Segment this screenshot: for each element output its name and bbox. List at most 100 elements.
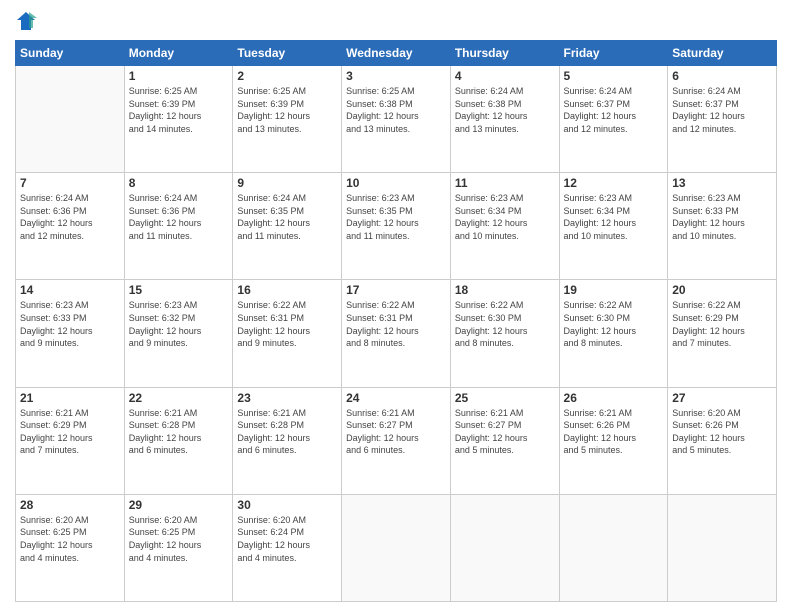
day-number: 10 <box>346 176 446 190</box>
day-number: 22 <box>129 391 229 405</box>
day-number: 16 <box>237 283 337 297</box>
day-number: 29 <box>129 498 229 512</box>
day-info: Sunrise: 6:25 AMSunset: 6:38 PMDaylight:… <box>346 85 446 135</box>
weekday-header-sunday: Sunday <box>16 41 125 66</box>
day-number: 15 <box>129 283 229 297</box>
day-info: Sunrise: 6:25 AMSunset: 6:39 PMDaylight:… <box>237 85 337 135</box>
calendar-cell: 20 Sunrise: 6:22 AMSunset: 6:29 PMDayligh… <box>668 280 777 387</box>
day-number: 12 <box>564 176 664 190</box>
day-number: 20 <box>672 283 772 297</box>
day-info: Sunrise: 6:21 AMSunset: 6:27 PMDaylight:… <box>455 407 555 457</box>
calendar-cell: 9 Sunrise: 6:24 AMSunset: 6:35 PMDaylight… <box>233 173 342 280</box>
calendar-cell: 5 Sunrise: 6:24 AMSunset: 6:37 PMDaylight… <box>559 66 668 173</box>
day-info: Sunrise: 6:21 AMSunset: 6:27 PMDaylight:… <box>346 407 446 457</box>
calendar-cell: 4Sunrise: 6:24 AMSunset: 6:38 PMDaylight… <box>450 66 559 173</box>
day-info: Sunrise: 6:24 AMSunset: 6:35 PMDaylight:… <box>237 192 337 242</box>
weekday-header-friday: Friday <box>559 41 668 66</box>
calendar-cell <box>668 494 777 601</box>
day-number: 21 <box>20 391 120 405</box>
day-info: Sunrise: 6:21 AMSunset: 6:29 PMDaylight:… <box>20 407 120 457</box>
calendar-cell: 27 Sunrise: 6:20 AMSunset: 6:26 PMDayligh… <box>668 387 777 494</box>
day-info: Sunrise: 6:24 AMSunset: 6:36 PMDaylight:… <box>20 192 120 242</box>
calendar-cell: 24 Sunrise: 6:21 AMSunset: 6:27 PMDayligh… <box>342 387 451 494</box>
calendar-cell <box>559 494 668 601</box>
calendar-cell: 29 Sunrise: 6:20 AMSunset: 6:25 PMDayligh… <box>124 494 233 601</box>
day-number: 11 <box>455 176 555 190</box>
day-number: 28 <box>20 498 120 512</box>
day-info: Sunrise: 6:24 AMSunset: 6:37 PMDaylight:… <box>672 85 772 135</box>
calendar-cell: 19 Sunrise: 6:22 AMSunset: 6:30 PMDayligh… <box>559 280 668 387</box>
calendar-cell: 28 Sunrise: 6:20 AMSunset: 6:25 PMDayligh… <box>16 494 125 601</box>
day-number: 1 <box>129 69 229 83</box>
day-number: 5 <box>564 69 664 83</box>
logo-icon <box>15 10 37 32</box>
calendar-cell: 21 Sunrise: 6:21 AMSunset: 6:29 PMDayligh… <box>16 387 125 494</box>
calendar-cell: 2 Sunrise: 6:25 AMSunset: 6:39 PMDaylight… <box>233 66 342 173</box>
day-number: 6 <box>672 69 772 83</box>
calendar-table: SundayMondayTuesdayWednesdayThursdayFrid… <box>15 40 777 602</box>
calendar-cell: 25 Sunrise: 6:21 AMSunset: 6:27 PMDayligh… <box>450 387 559 494</box>
day-info: Sunrise: 6:25 AMSunset: 6:39 PMDaylight:… <box>129 85 229 135</box>
day-info: Sunrise: 6:22 AMSunset: 6:30 PMDaylight:… <box>564 299 664 349</box>
day-info: Sunrise: 6:23 AMSunset: 6:33 PMDaylight:… <box>20 299 120 349</box>
calendar-cell: 10 Sunrise: 6:23 AMSunset: 6:35 PMDayligh… <box>342 173 451 280</box>
day-info: Sunrise: 6:21 AMSunset: 6:28 PMDaylight:… <box>129 407 229 457</box>
calendar-cell: 7 Sunrise: 6:24 AMSunset: 6:36 PMDaylight… <box>16 173 125 280</box>
day-info: Sunrise: 6:20 AMSunset: 6:25 PMDaylight:… <box>20 514 120 564</box>
day-number: 30 <box>237 498 337 512</box>
weekday-header-tuesday: Tuesday <box>233 41 342 66</box>
day-info: Sunrise: 6:20 AMSunset: 6:26 PMDaylight:… <box>672 407 772 457</box>
calendar-cell: 3 Sunrise: 6:25 AMSunset: 6:38 PMDaylight… <box>342 66 451 173</box>
day-number: 14 <box>20 283 120 297</box>
day-number: 24 <box>346 391 446 405</box>
calendar-cell: 14 Sunrise: 6:23 AMSunset: 6:33 PMDayligh… <box>16 280 125 387</box>
page: SundayMondayTuesdayWednesdayThursdayFrid… <box>0 0 792 612</box>
calendar-cell: 23Sunrise: 6:21 AMSunset: 6:28 PMDayligh… <box>233 387 342 494</box>
weekday-header-thursday: Thursday <box>450 41 559 66</box>
calendar-cell: 17Sunrise: 6:22 AMSunset: 6:31 PMDayligh… <box>342 280 451 387</box>
day-number: 7 <box>20 176 120 190</box>
logo <box>15 10 41 32</box>
day-info: Sunrise: 6:23 AMSunset: 6:34 PMDaylight:… <box>564 192 664 242</box>
calendar-cell: 1 Sunrise: 6:25 AMSunset: 6:39 PMDaylight… <box>124 66 233 173</box>
day-info: Sunrise: 6:24 AMSunset: 6:37 PMDaylight:… <box>564 85 664 135</box>
day-number: 23 <box>237 391 337 405</box>
day-info: Sunrise: 6:22 AMSunset: 6:29 PMDaylight:… <box>672 299 772 349</box>
day-number: 3 <box>346 69 446 83</box>
day-info: Sunrise: 6:23 AMSunset: 6:35 PMDaylight:… <box>346 192 446 242</box>
calendar-cell: 16Sunrise: 6:22 AMSunset: 6:31 PMDayligh… <box>233 280 342 387</box>
day-info: Sunrise: 6:23 AMSunset: 6:32 PMDaylight:… <box>129 299 229 349</box>
calendar-cell: 13 Sunrise: 6:23 AMSunset: 6:33 PMDayligh… <box>668 173 777 280</box>
day-number: 19 <box>564 283 664 297</box>
day-info: Sunrise: 6:21 AMSunset: 6:26 PMDaylight:… <box>564 407 664 457</box>
day-info: Sunrise: 6:24 AMSunset: 6:36 PMDaylight:… <box>129 192 229 242</box>
calendar-cell: 6 Sunrise: 6:24 AMSunset: 6:37 PMDaylight… <box>668 66 777 173</box>
day-number: 13 <box>672 176 772 190</box>
day-number: 9 <box>237 176 337 190</box>
day-info: Sunrise: 6:24 AMSunset: 6:38 PMDaylight:… <box>455 85 555 135</box>
day-info: Sunrise: 6:20 AMSunset: 6:25 PMDaylight:… <box>129 514 229 564</box>
calendar-cell: 30 Sunrise: 6:20 AMSunset: 6:24 PMDayligh… <box>233 494 342 601</box>
calendar-cell: 22 Sunrise: 6:21 AMSunset: 6:28 PMDayligh… <box>124 387 233 494</box>
day-info: Sunrise: 6:22 AMSunset: 6:30 PMDaylight:… <box>455 299 555 349</box>
day-number: 2 <box>237 69 337 83</box>
calendar-cell <box>450 494 559 601</box>
calendar-cell: 26 Sunrise: 6:21 AMSunset: 6:26 PMDayligh… <box>559 387 668 494</box>
day-number: 27 <box>672 391 772 405</box>
day-number: 8 <box>129 176 229 190</box>
day-info: Sunrise: 6:20 AMSunset: 6:24 PMDaylight:… <box>237 514 337 564</box>
weekday-header-saturday: Saturday <box>668 41 777 66</box>
day-info: Sunrise: 6:23 AMSunset: 6:33 PMDaylight:… <box>672 192 772 242</box>
calendar-cell: 8 Sunrise: 6:24 AMSunset: 6:36 PMDaylight… <box>124 173 233 280</box>
calendar-cell: 15 Sunrise: 6:23 AMSunset: 6:32 PMDayligh… <box>124 280 233 387</box>
day-number: 25 <box>455 391 555 405</box>
weekday-header-wednesday: Wednesday <box>342 41 451 66</box>
calendar-cell <box>16 66 125 173</box>
header <box>15 10 777 32</box>
day-number: 18 <box>455 283 555 297</box>
calendar-cell: 12 Sunrise: 6:23 AMSunset: 6:34 PMDayligh… <box>559 173 668 280</box>
day-info: Sunrise: 6:23 AMSunset: 6:34 PMDaylight:… <box>455 192 555 242</box>
day-number: 17 <box>346 283 446 297</box>
weekday-header-monday: Monday <box>124 41 233 66</box>
day-number: 26 <box>564 391 664 405</box>
